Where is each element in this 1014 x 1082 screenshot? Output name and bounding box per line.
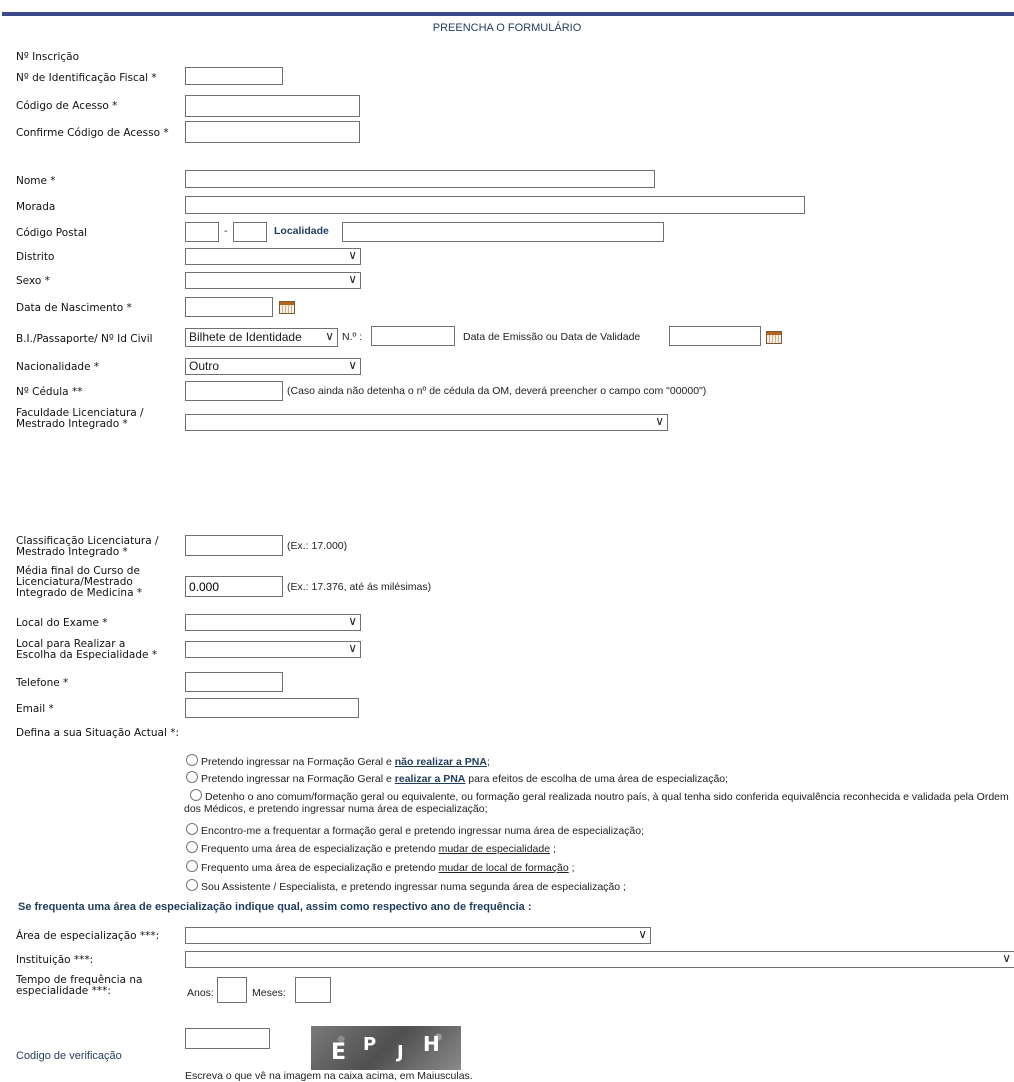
district-select[interactable]: ∨ [185,248,361,265]
months-input[interactable] [295,977,331,1003]
label-area: Área de especialização ***: [16,930,160,942]
label-cedula: Nº Cédula ** [16,386,83,398]
id-type-select[interactable]: Bilhete de Identidade ∨ [185,328,338,347]
label-confirme-codigo: Confirme Código de Acesso * [16,127,169,139]
label-classificacao: Classificação Licenciatura / Mestrado Int… [16,535,159,558]
label-nacionalidade: Nacionalidade * [16,361,100,373]
institution-select[interactable]: ∨ [185,951,1014,968]
label-bi: B.I./Passaporte/ Nº Id Civil [16,333,153,345]
birth-date-input[interactable] [185,297,273,317]
years-input[interactable] [217,977,247,1003]
chevron-down-icon: ∨ [325,329,334,343]
nationality-value: Outro [189,359,220,373]
faculty-select[interactable]: ∨ [185,414,668,431]
radio-button[interactable] [186,754,198,766]
captcha-image: E P J H [311,1026,461,1070]
situation-option-5[interactable]: Frequento uma área de especialização e p… [186,841,556,855]
label-localidade: Localidade [274,225,329,237]
locality-input[interactable] [342,222,664,242]
label-nome: Nome * [16,175,56,187]
address-input[interactable] [185,196,805,214]
name-input[interactable] [185,170,655,188]
access-code-input[interactable] [185,95,360,117]
label-morada: Morada [16,201,56,213]
label-media: Média final do Curso de Licenciatura/Mest… [16,565,143,599]
sex-select[interactable]: ∨ [185,272,361,289]
issue-date-input[interactable] [669,326,761,346]
nationality-select[interactable]: Outro ∨ [185,358,361,375]
average-input[interactable] [185,576,283,597]
chevron-down-icon: ∨ [1002,951,1011,965]
top-border [2,12,1014,16]
cedula-hint: (Caso ainda não detenha o nº de cédula d… [287,385,707,397]
chevron-down-icon: ∨ [348,272,357,286]
captcha-hint: Escreva o que vê na imagem na caixa acim… [185,1070,473,1082]
captcha-input[interactable] [185,1028,270,1049]
email-input[interactable] [185,698,359,718]
average-hint: (Ex.: 17.376, até ás milésimas) [287,581,432,593]
label-inscricao: Nº Inscrição [16,51,79,63]
label-sexo: Sexo * [16,275,50,287]
nif-input[interactable] [185,67,283,85]
id-number-input[interactable] [371,326,455,346]
label-meses: Meses: [252,987,286,999]
specialty-area-select[interactable]: ∨ [185,927,651,944]
specialty-choice-location-select[interactable]: ∨ [185,641,361,658]
chevron-down-icon: ∨ [638,927,647,941]
calendar-icon[interactable] [766,331,782,344]
label-nif: Nº de Identificação Fiscal * [16,72,157,84]
classification-hint: (Ex.: 17.000) [287,540,348,552]
classification-input[interactable] [185,535,283,556]
radio-button[interactable] [186,823,198,835]
exam-location-select[interactable]: ∨ [185,614,361,631]
label-distrito: Distrito [16,251,55,263]
situation-option-3[interactable]: Detenho o ano comum/formação geral ou eq… [184,789,1014,815]
situation-option-1[interactable]: Pretendo ingressar na Formação Geral e n… [186,754,490,768]
radio-button[interactable] [186,841,198,853]
radio-button[interactable] [186,860,198,872]
situation-option-6[interactable]: Frequento uma área de especialização e p… [186,860,575,874]
radio-button[interactable] [186,771,198,783]
situation-option-2[interactable]: Pretendo ingressar na Formação Geral e r… [186,771,728,785]
situation-option-7[interactable]: Sou Assistente / Especialista, e pretend… [186,879,626,893]
chevron-down-icon: ∨ [655,414,664,428]
label-codigo-postal: Código Postal [16,227,88,239]
postal-code-separator: - [224,225,228,237]
label-codigo-acesso: Código de Acesso * [16,100,118,112]
label-instituicao: Instituição ***: [16,954,94,966]
cedula-input[interactable] [185,381,283,401]
page-title: PREENCHA O FORMULÁRIO [432,22,582,34]
calendar-icon[interactable] [279,301,295,314]
chevron-down-icon: ∨ [348,614,357,628]
situation-option-4[interactable]: Encontro-me a frequentar a formação gera… [186,823,644,837]
chevron-down-icon: ∨ [348,358,357,372]
id-type-value: Bilhete de Identidade [189,330,302,344]
label-email: Email * [16,703,54,715]
label-data-nascimento: Data de Nascimento * [16,302,132,314]
label-local-exame: Local do Exame * [16,617,108,629]
radio-button[interactable] [190,789,202,801]
specialization-intro: Se frequenta uma área de especialização … [18,901,532,913]
label-codigo-verificacao: Codigo de verificação [16,1050,122,1062]
chevron-down-icon: ∨ [348,248,357,262]
label-faculdade: Faculdade Licenciatura / Mestrado Integra… [16,407,144,430]
radio-button[interactable] [186,879,198,891]
phone-input[interactable] [185,672,283,692]
confirm-access-code-input[interactable] [185,121,360,143]
chevron-down-icon: ∨ [348,641,357,655]
postal-code-part2-input[interactable] [233,222,267,242]
label-tempo: Tempo de frequência na especialidade ***: [16,974,143,997]
label-data-emissao: Data de Emissão ou Data de Validade [463,331,641,343]
label-local-escolha: Local para Realizar a Escolha da Especial… [16,638,158,661]
postal-code-part1-input[interactable] [185,222,219,242]
label-anos: Anos: [187,987,214,999]
label-telefone: Telefone * [16,677,69,689]
label-numero: N.º : [342,331,363,343]
label-situacao: Defina a sua Situação Actual *: [16,727,180,739]
